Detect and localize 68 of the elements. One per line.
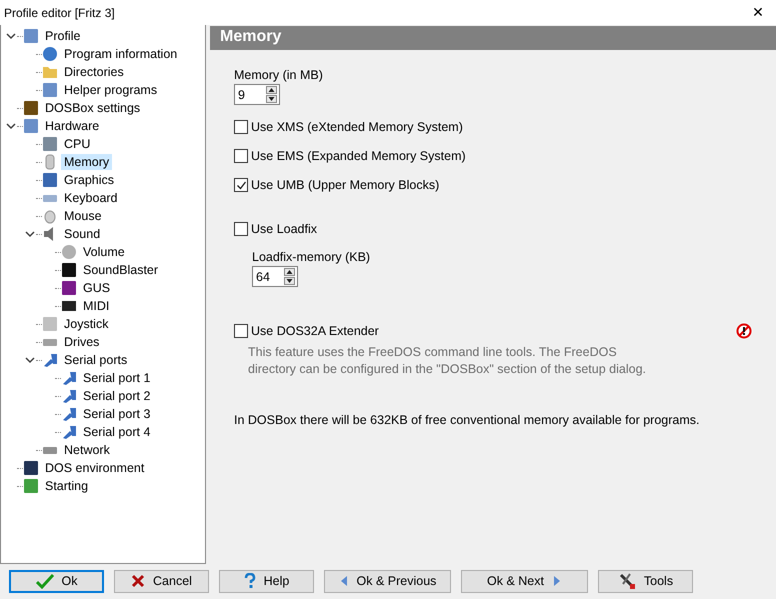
checkbox-label: Use XMS (eXtended Memory System) — [251, 120, 463, 134]
checkbox-label: Use DOS32A Extender — [251, 324, 379, 338]
down-arrow-icon[interactable] — [266, 95, 277, 103]
checkmark-icon — [36, 573, 54, 589]
left-arrow-icon — [338, 575, 349, 587]
ok-button[interactable]: Ok — [9, 570, 104, 592]
tools-button[interactable]: Tools — [598, 570, 693, 592]
tree-item[interactable]: Directories — [61, 64, 127, 80]
tree-item[interactable]: Profile — [42, 28, 84, 44]
checkbox-label: Use UMB (Upper Memory Blocks) — [251, 178, 440, 192]
checkbox[interactable] — [234, 149, 248, 163]
tree-item[interactable]: Memory — [61, 154, 112, 170]
tree-item[interactable]: Serial port 1 — [80, 370, 154, 386]
up-arrow-icon[interactable] — [266, 86, 277, 94]
next-button[interactable]: Ok & Next — [461, 570, 588, 592]
page-header: Memory — [210, 26, 776, 50]
checkbox[interactable] — [234, 178, 248, 192]
tree-item[interactable]: Keyboard — [61, 190, 121, 206]
tree-item[interactable]: Hardware — [42, 118, 102, 134]
tree-item[interactable]: CPU — [61, 136, 94, 152]
checkbox-label: Use EMS (Expanded Memory System) — [251, 149, 466, 163]
warning-icon — [736, 323, 752, 339]
up-arrow-icon[interactable] — [284, 268, 295, 276]
info-text: In DOSBox there will be 632KB of free conventional memory available for programs. — [234, 413, 701, 427]
checkbox-label: Use Loadfix — [251, 222, 318, 236]
chevron-icon[interactable] — [25, 229, 35, 239]
tree-item[interactable]: Serial port 4 — [80, 424, 154, 440]
tree-item[interactable]: DOS environment — [42, 460, 148, 476]
spin-field[interactable]: 64 — [252, 266, 298, 287]
down-arrow-icon[interactable] — [284, 277, 295, 285]
tree-item[interactable]: Joystick — [61, 316, 112, 332]
tree-item[interactable]: Graphics — [61, 172, 118, 188]
tree-item[interactable]: Serial ports — [61, 352, 130, 368]
folder-icon — [42, 64, 58, 80]
cancel-button[interactable]: Cancel — [114, 570, 209, 592]
note-text: This feature uses the FreeDOS command line tools. The FreeDOS directory can be configured in the "DOSBox" section of the setup dialog. — [248, 344, 647, 378]
tree-item[interactable]: Serial port 2 — [80, 388, 154, 404]
spin-field[interactable]: 9 — [234, 84, 280, 105]
tree-item[interactable]: DOSBox settings — [42, 100, 144, 116]
chevron-icon[interactable] — [6, 121, 16, 131]
help-button[interactable]: Help — [219, 570, 314, 592]
mouse-icon — [42, 208, 58, 224]
tree-item[interactable]: Network — [61, 442, 113, 458]
tree-item[interactable]: Sound — [61, 226, 104, 242]
tree-item[interactable]: Drives — [61, 334, 102, 350]
tree-item[interactable]: Helper programs — [61, 82, 160, 98]
tree-item[interactable]: Starting — [42, 478, 92, 494]
tree-item[interactable]: Serial port 3 — [80, 406, 154, 422]
tools-icon — [618, 572, 636, 590]
question-mark-icon — [244, 573, 256, 589]
window-title: Profile editor [Fritz 3] — [4, 6, 115, 20]
right-arrow-icon — [552, 575, 562, 587]
tree-item[interactable]: Mouse — [61, 208, 105, 224]
chevron-icon[interactable] — [6, 31, 16, 41]
tree-item[interactable]: Program information — [61, 46, 180, 62]
close-button[interactable]: ✕ — [740, 0, 776, 25]
checkbox[interactable] — [234, 324, 248, 338]
tree-item[interactable]: GUS — [80, 280, 114, 296]
chevron-icon[interactable] — [25, 355, 35, 365]
checkbox[interactable] — [234, 222, 248, 236]
tree-item[interactable]: MIDI — [80, 298, 112, 314]
cross-icon — [131, 574, 146, 588]
prev-button[interactable]: Ok & Previous — [324, 570, 451, 592]
field-label: Memory (in MB) — [234, 68, 324, 82]
checkbox[interactable] — [234, 120, 248, 134]
tree-item[interactable]: Volume — [80, 244, 128, 260]
field-label: Loadfix-memory (KB) — [252, 250, 372, 264]
tree-item[interactable]: SoundBlaster — [80, 262, 162, 278]
